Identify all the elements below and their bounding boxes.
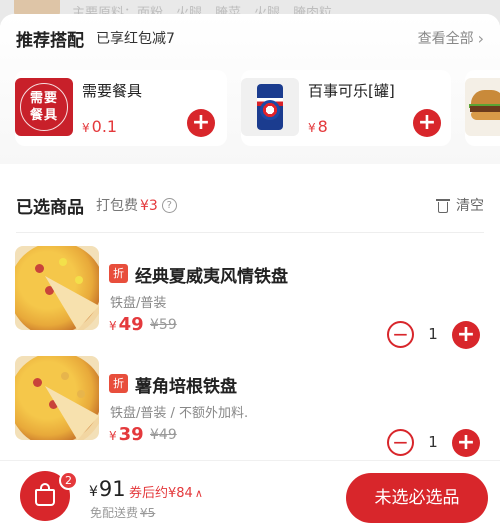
chevron-up-icon: ∧ — [194, 487, 203, 500]
item-photo[interactable] — [15, 356, 99, 440]
recommend-item-price: ¥0.1 — [82, 117, 118, 136]
selected-title: 已选商品 — [16, 197, 84, 218]
pepsi-image — [241, 78, 299, 136]
view-all-link[interactable]: 查看全部 › — [418, 28, 484, 48]
after-coupon-price[interactable]: 券后约¥84 ∧ — [129, 482, 203, 501]
discount-tag: 折 — [109, 264, 128, 283]
item-original-price: ¥59 — [150, 317, 177, 333]
add-pepsi-button[interactable]: + — [413, 109, 441, 137]
question-icon[interactable]: ? — [161, 197, 177, 213]
cart-count-badge: 2 — [59, 471, 78, 490]
recommend-card-pepsi[interactable]: 百事可乐[罐] ¥8 + — [241, 70, 451, 146]
decrease-quantity-button[interactable]: − — [387, 321, 414, 348]
recommend-title: 推荐搭配 — [16, 30, 84, 51]
chevron-right-icon: › — [477, 28, 484, 48]
item-quantity: 1 — [428, 433, 438, 451]
tableware-image: 需要 餐具 — [15, 78, 73, 136]
item-name: 经典夏威夷风情铁盘 — [135, 267, 288, 287]
item-price: ¥49 — [109, 314, 144, 335]
item-photo[interactable] — [15, 246, 99, 330]
item-spec: 铁盘/普装 / 不额外加料. — [110, 406, 249, 421]
item-spec: 铁盘/普装 — [110, 296, 167, 311]
divider — [16, 232, 484, 233]
item-price: ¥39 — [109, 424, 144, 445]
recommend-card-burger[interactable] — [465, 70, 500, 146]
decrease-quantity-button[interactable]: − — [387, 429, 414, 456]
item-original-price: ¥49 — [150, 427, 177, 443]
recommend-section: 推荐搭配 已享红包减7 查看全部 › 需要 餐具 需要餐具 ¥0.1 + 百事可… — [0, 14, 500, 164]
clear-label: 清空 — [456, 198, 484, 214]
recommend-item-name: 百事可乐[罐] — [308, 82, 395, 100]
discount-tag: 折 — [109, 374, 128, 393]
item-name: 薯角培根铁盘 — [135, 377, 237, 397]
checkout-button[interactable]: 未选必选品 — [346, 473, 488, 523]
recommend-subtitle: 已享红包减7 — [96, 31, 175, 47]
packing-fee: 打包费 ¥3 — [96, 198, 158, 214]
total-price: ¥91 — [89, 477, 126, 501]
cart-item: 折 经典夏威夷风情铁盘 铁盘/普装 ¥49 ¥59 − 1 + — [0, 246, 500, 349]
clear-button[interactable]: 清空 — [436, 195, 484, 215]
trash-icon — [436, 197, 450, 213]
pepsi-can-icon — [257, 84, 283, 130]
add-tableware-button[interactable]: + — [187, 109, 215, 137]
cart-item: 折 薯角培根铁盘 铁盘/普装 / 不额外加料. ¥39 ¥49 − 1 + — [0, 356, 500, 457]
selected-header: 已选商品 打包费 ¥3 ? 清空 — [16, 192, 484, 218]
recommend-item-price: ¥8 — [308, 117, 328, 136]
recommend-header: 推荐搭配 已享红包减7 查看全部 › — [16, 26, 484, 51]
shipping-fee: 免配送费 ¥5 — [90, 506, 156, 520]
increase-quantity-button[interactable]: + — [452, 429, 480, 457]
view-all-label: 查看全部 — [417, 31, 474, 47]
plate-ring-icon — [20, 83, 68, 131]
item-quantity: 1 — [428, 325, 438, 343]
burger-image — [465, 78, 500, 136]
checkout-bar: 2 ¥91 券后约¥84 ∧ 免配送费 ¥5 未选必选品 — [0, 460, 500, 532]
recommend-card-tableware[interactable]: 需要 餐具 需要餐具 ¥0.1 + — [15, 70, 227, 146]
increase-quantity-button[interactable]: + — [452, 321, 480, 349]
cart-sheet: 推荐搭配 已享红包减7 查看全部 › 需要 餐具 需要餐具 ¥0.1 + 百事可… — [0, 14, 500, 532]
recommend-item-name: 需要餐具 — [82, 82, 143, 100]
